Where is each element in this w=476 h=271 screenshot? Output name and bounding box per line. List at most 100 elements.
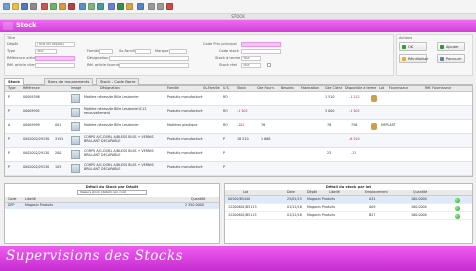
cell-us: RO [223,123,228,127]
cell-us: P [223,137,225,141]
reference-field[interactable] [35,56,75,61]
col-emplacement[interactable]: Emplacement [365,190,388,195]
cell-stock: 18 510 [237,137,249,141]
help-icon[interactable] [137,3,144,10]
delete-icon[interactable] [68,3,75,10]
search-icon[interactable] [79,3,86,10]
print-icon[interactable] [30,3,37,10]
col-image[interactable]: Image [71,86,81,91]
cell-cde-client: 23 [327,151,332,155]
col-quantite[interactable]: Quantité [191,197,205,202]
cell-famille: Produits manufacturé [167,137,203,141]
cell-stock: -1 502 [237,109,248,113]
col-type[interactable]: Type [8,86,16,91]
back-icon[interactable] [148,3,155,10]
table-row[interactable]: 12200601/B5113 01/12/16 Magasin Produits… [225,204,472,212]
table-row[interactable]: P 0002002/29130 3191 CORPS A/C-DOBL A/BL… [5,134,472,148]
ok-button-label: OK [408,45,414,49]
table-row[interactable]: 12200601/B5115 01/12/16 Magasin Produits… [225,212,472,220]
col-libelle[interactable]: Libellé [25,197,36,202]
close-icon[interactable] [166,3,173,10]
sous-famille-field[interactable] [135,49,151,54]
open-icon[interactable] [12,3,19,10]
stock-a-terme-select[interactable]: Tout [241,56,261,61]
col-dispo-terme[interactable]: Disponible à terme [345,86,376,91]
table-row[interactable]: P 0002002/29130 200 CORPS A/C-DOBL A/BLE… [5,148,472,162]
code-prix-label: Code Prix principal [203,42,237,46]
cell-code: 3191 [55,137,64,141]
col-cde-client[interactable]: Cde Client [325,86,342,91]
cell-libelle: Magasin Produits [307,205,336,209]
product-image-icon [71,164,80,173]
col-date[interactable]: Date [287,190,295,195]
col-stock[interactable]: Stock [237,86,246,91]
parcourir-button[interactable]: Parcourir [437,54,465,63]
table-row[interactable]: P 0002002/29130 103 CORPS A/C-DOBL A/BLE… [5,162,472,176]
tab-stock[interactable]: Stock [4,78,24,85]
table-row[interactable]: A 00009999 001 Matière nécessite Bille L… [5,120,472,134]
col-fabrication[interactable]: Fabrication [301,86,319,91]
stock-reel-select[interactable]: Tout [241,63,261,68]
export-icon[interactable] [108,3,115,10]
tab-stock-code-barre[interactable]: Stock - Code Barre [96,78,140,85]
marque-label: Marque [155,49,169,53]
col-lot[interactable]: Lot [379,86,384,91]
cell-libelle: Magasin Produits [25,203,54,207]
col-fournisseur[interactable]: Fournisseur [389,86,408,91]
depot-select[interactable]: (Tous les dépôts) [35,42,75,47]
stock-reel-checkbox[interactable] [267,63,271,67]
status-ok-icon [455,197,460,203]
cell-date: 01/12/16 [287,205,302,209]
col-famille[interactable]: Famille [167,86,179,91]
col-besoins[interactable]: Besoins [281,86,294,91]
filter-icon[interactable] [88,3,95,10]
famille-field[interactable] [99,49,113,54]
col-quantite[interactable]: Quantité [413,190,427,195]
col-lot[interactable]: Lot [243,190,248,195]
actions-panel: Actions OK Ajouter Réinitialiser Parcour… [396,34,473,76]
table-row[interactable]: 00500/B5440 25/01/15 Magasin Produits A3… [225,196,472,204]
cell-code: 200 [55,151,62,155]
code-stock-field[interactable] [241,49,281,54]
tab-bar: Stock Bons de mouvements Stock - Code Ba… [4,78,473,85]
new-icon[interactable] [3,3,10,10]
ref-fournisseur-field[interactable] [119,63,189,68]
refresh-icon[interactable] [97,3,104,10]
check-icon [402,45,406,49]
save-icon[interactable] [21,3,28,10]
cut-icon[interactable] [41,3,48,10]
table-row[interactable]: P 00009992 Matière nécessite Bille Lesdo… [5,106,472,120]
reinitialiser-button[interactable]: Réinitialiser [399,54,428,63]
cell-fournisseur: HEPLAST [381,123,396,127]
copy-icon[interactable] [50,3,57,10]
ok-button[interactable]: OK [399,42,427,51]
cell-emplacement: A09 [369,205,376,209]
paste-icon[interactable] [59,3,66,10]
filter-panel: Titre Dépôt (Tous les dépôts) Type Tout … [4,34,394,76]
col-us[interactable]: U.S. [223,86,230,91]
col-cde-fourn[interactable]: Cde Fourn. [257,86,275,91]
table-row[interactable]: P 00009398 Matière nécessite Bille Lesdo… [5,92,472,106]
col-reference[interactable]: Référence [23,86,40,91]
cell-lot: 12200601/B5113 [228,205,257,209]
col-code[interactable]: Code [8,197,16,202]
tab-bons-mouvements[interactable]: Bons de mouvements [44,78,94,85]
code-prix-field[interactable] [241,42,281,47]
col-libelle[interactable]: Libellé [329,190,340,195]
cell-date: 01/12/16 [287,213,302,217]
col-ref-fournisseur[interactable]: Réf. Fournisseur [425,86,451,91]
mail-icon[interactable] [126,3,133,10]
cell-quantite: 180.0000 [411,205,427,209]
excel-icon[interactable] [117,3,124,10]
type-select[interactable]: Tout [35,49,57,54]
forward-icon[interactable] [157,3,164,10]
stock-value-select[interactable]: Valeurs stock (détail) non coût [77,190,147,195]
table-row[interactable]: DFP Magasin Produits 2 350 0000 [5,203,219,209]
col-depot[interactable]: Dépôt [307,190,317,195]
designation-field[interactable] [109,56,189,61]
marque-field[interactable] [169,49,187,54]
col-ss-famille[interactable]: Ss-Famille [203,86,220,91]
ajouter-button[interactable]: Ajouter [437,42,465,51]
ref-client-field[interactable] [35,63,75,68]
col-designation[interactable]: Désignation [100,86,120,91]
